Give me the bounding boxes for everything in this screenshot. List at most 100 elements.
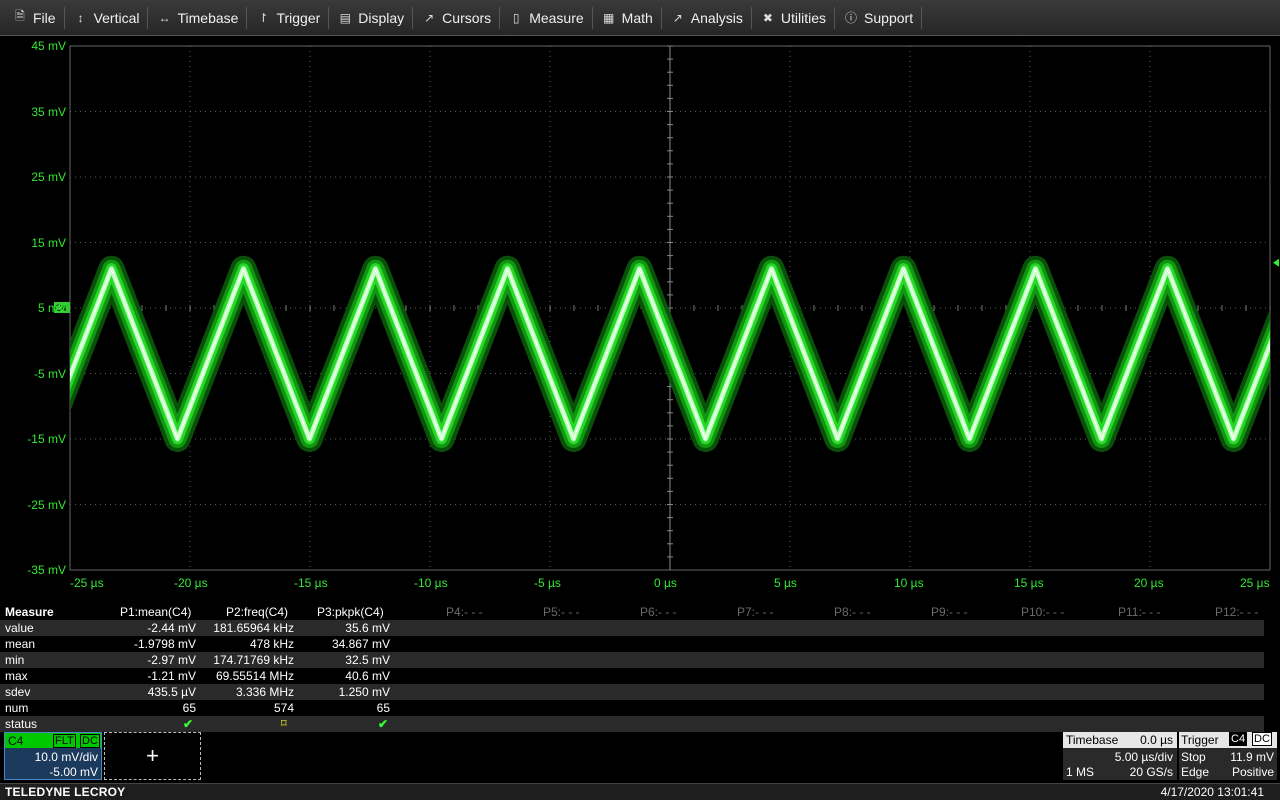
timebase-rate: 20 GS/s xyxy=(1129,765,1173,779)
measure-row: value -2.44 mV 181.65964 kHz 35.6 mV xyxy=(0,620,1264,636)
trigger-coupling-badge: DC xyxy=(1252,732,1272,746)
trigger-header: Trigger C4 DC xyxy=(1179,732,1277,748)
measure-header-p6[interactable]: P6:- - - xyxy=(640,605,677,619)
x-tick-label: 10 µs xyxy=(894,576,924,590)
menu-display-label: Display xyxy=(358,9,405,26)
menu-cursors-label: Cursors xyxy=(442,9,492,26)
measure-p2-value: 478 kHz xyxy=(249,637,294,651)
y-tick-label: 35 mV xyxy=(31,104,66,119)
timebase-points: 1 MS xyxy=(1066,765,1095,779)
timebase-tdiv: 5.00 µs/div xyxy=(1114,750,1173,764)
menu-math-label: Math xyxy=(621,9,653,26)
trigger-level-marker[interactable] xyxy=(1273,258,1279,267)
file-icon: 🗎 xyxy=(15,9,25,23)
menu-trigger[interactable]: ↾ Trigger xyxy=(247,4,328,32)
y-tick-label: 5 mV xyxy=(37,301,66,315)
measure-header-p2[interactable]: P2:freq(C4) xyxy=(226,605,288,619)
measure-header-p4[interactable]: P4:- - - xyxy=(446,605,483,619)
menu-measure[interactable]: ▯ Measure xyxy=(500,4,591,32)
measure-header-p1[interactable]: P1:mean(C4) xyxy=(120,605,191,619)
measure-row: min -2.97 mV 174.71769 kHz 32.5 mV xyxy=(0,652,1264,668)
measure-row: num 65 574 65 xyxy=(0,700,1264,716)
menu-utilities-label: Utilities xyxy=(780,9,827,26)
x-tick-label: -15 µs xyxy=(294,576,328,590)
menu-separator xyxy=(921,6,923,29)
channel-c4-descriptor[interactable]: C4 FLT DC 10.0 mV/div -5.00 mV xyxy=(4,732,102,780)
menu-display[interactable]: ▤ Display xyxy=(329,4,412,32)
menu-bar: 🗎 File ↕ Vertical ↔ Timebase ↾ Trigger ▤ Disp… xyxy=(0,0,1280,36)
measure-status-label: status xyxy=(5,717,38,731)
x-tick-label: 25 µs xyxy=(1240,576,1270,590)
y-tick-label: -35 mV xyxy=(27,563,66,577)
menu-trigger-label: Trigger xyxy=(276,9,321,26)
menu-timebase[interactable]: ↔ Timebase xyxy=(148,4,246,32)
menu-vertical-label: Vertical xyxy=(93,9,140,26)
datetime: 4/17/2020 13:01:41 xyxy=(1160,785,1264,799)
measure-p3-value: 35.6 mV xyxy=(345,621,390,635)
trigger-source-badge: C4 xyxy=(1229,732,1248,746)
measure-row-label: min xyxy=(5,653,25,667)
measure-header-p5[interactable]: P5:- - - xyxy=(543,605,580,619)
measure-row-label: sdev xyxy=(5,685,31,699)
x-tick-label: -20 µs xyxy=(174,576,208,590)
y-tick-label: -15 mV xyxy=(27,432,66,446)
waveform-display[interactable]: C4 45 mV 35 mV 25 mV 15 mV 5 mV -5 mV -15 mV -2… xyxy=(0,37,1280,597)
menu-utilities[interactable]: ✖ Utilities xyxy=(752,4,834,32)
waveform-grid: C4 xyxy=(54,45,1279,571)
timebase-delay: 0.0 µs xyxy=(1140,733,1173,747)
measure-p3-value: 65 xyxy=(376,701,390,715)
x-tick-label: 15 µs xyxy=(1014,576,1044,590)
trigger-mode: Stop xyxy=(1181,750,1206,764)
x-tick-label: -25 µs xyxy=(70,576,104,590)
menu-support-label: Support xyxy=(864,9,914,26)
menu-support[interactable]: ⓘ Support xyxy=(835,4,921,32)
menu-measure-label: Measure xyxy=(529,9,584,26)
timebase-title: Timebase xyxy=(1066,733,1119,747)
measure-header-p9[interactable]: P9:- - - xyxy=(931,605,968,619)
menu-analysis-label: Analysis xyxy=(690,9,743,26)
menu-file[interactable]: 🗎 File xyxy=(4,4,64,32)
measure-header-p8[interactable]: P8:- - - xyxy=(834,605,871,619)
add-trace-button[interactable]: + xyxy=(104,732,201,780)
measure-p2-value: 3.336 MHz xyxy=(235,685,294,699)
channel-offset: -5.00 mV xyxy=(49,765,98,779)
tools-icon: ✖ xyxy=(762,10,773,25)
measure-icon: ▯ xyxy=(512,10,520,25)
status-bar: TELEDYNE LECROY 4/17/2020 13:01:41 xyxy=(0,783,1280,800)
measure-p1-value: -1.9798 mV xyxy=(133,637,196,651)
menu-analysis[interactable]: ↗ Analysis xyxy=(662,4,751,32)
measure-p1-value: -2.44 mV xyxy=(147,621,196,635)
y-tick-label: 25 mV xyxy=(31,170,66,184)
filter-badge: FLT xyxy=(53,734,76,748)
trigger-slope: Positive xyxy=(1231,765,1274,779)
x-tick-label: 20 µs xyxy=(1134,576,1164,590)
measure-p3-value: 1.250 mV xyxy=(338,685,390,699)
measure-row: sdev 435.5 µV 3.336 MHz 1.250 mV xyxy=(0,684,1264,700)
calculator-icon: ▦ xyxy=(602,10,615,25)
measure-header-p3[interactable]: P3:pkpk(C4) xyxy=(317,605,384,619)
measure-header-p11[interactable]: P11:- - - xyxy=(1118,605,1160,619)
timebase-descriptor[interactable]: Timebase 0.0 µs 5.00 µs/div 1 MS 20 GS/s xyxy=(1063,732,1177,780)
measure-header-p12[interactable]: P12:- - - xyxy=(1215,605,1258,619)
measure-header-p10[interactable]: P10:- - - xyxy=(1021,605,1064,619)
measure-row-label: mean xyxy=(5,637,36,651)
measure-row-label: num xyxy=(5,701,29,715)
x-tick-label: 0 µs xyxy=(654,576,677,590)
y-tick-label: 45 mV xyxy=(31,39,66,53)
measure-p1-value: -2.97 mV xyxy=(147,653,196,667)
measure-table: Measure P1:mean(C4) P2:freq(C4) P3:pkpk(… xyxy=(0,604,1280,732)
menu-vertical[interactable]: ↕ Vertical xyxy=(65,4,148,32)
display-icon: ▤ xyxy=(339,10,351,25)
trigger-icon: ↾ xyxy=(258,10,269,25)
channel-name: C4 xyxy=(8,734,24,748)
horizontal-arrows-icon: ↔ xyxy=(158,10,171,25)
channel-vdiv: 10.0 mV/div xyxy=(34,750,98,764)
x-tick-label: 5 µs xyxy=(774,576,797,590)
menu-file-label: File xyxy=(33,9,56,26)
coupling-badge: DC xyxy=(80,734,100,748)
trigger-descriptor[interactable]: Trigger C4 DC Stop 11.9 mV Edge Positive xyxy=(1179,732,1277,780)
menu-cursors[interactable]: ↗ Cursors xyxy=(413,4,499,32)
measure-header-p7[interactable]: P7:- - - xyxy=(737,605,774,619)
channel-c4-header: C4 FLT DC xyxy=(5,733,101,748)
menu-math[interactable]: ▦ Math xyxy=(593,4,661,32)
